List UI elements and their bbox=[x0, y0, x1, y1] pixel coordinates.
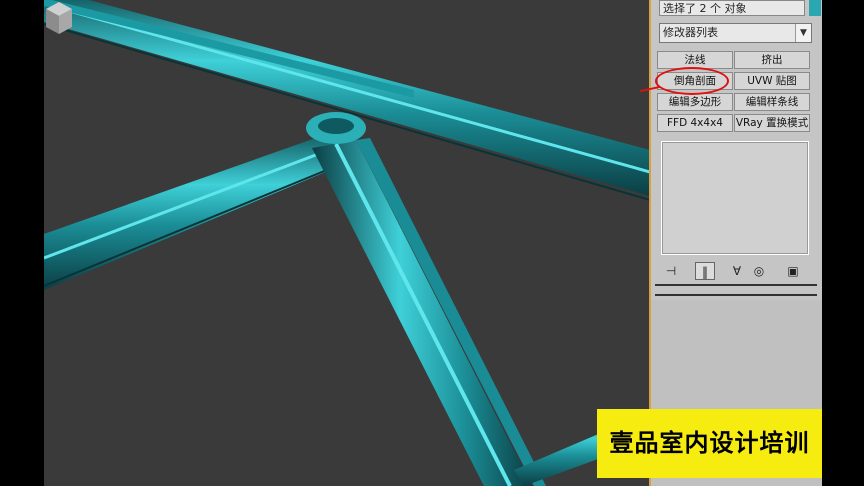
make-unique-icon[interactable]: ∀ bbox=[727, 262, 747, 280]
viewcube-icon[interactable] bbox=[44, 0, 74, 38]
modifier-list-dropdown[interactable]: 修改器列表 ▼ bbox=[659, 23, 812, 43]
letterbox-left bbox=[0, 0, 44, 486]
extrude-button[interactable]: 挤出 bbox=[734, 51, 810, 69]
upper-molding bbox=[44, 0, 414, 98]
configure-sets-icon[interactable]: ▣ bbox=[783, 262, 803, 280]
uvw-map-button[interactable]: UVW 贴图 bbox=[734, 72, 810, 90]
modifier-stack[interactable] bbox=[661, 141, 809, 255]
viewport-scene bbox=[44, 0, 650, 486]
modifier-list-label: 修改器列表 bbox=[663, 26, 718, 39]
ffd-button[interactable]: FFD 4x4x4 bbox=[657, 114, 733, 132]
vray-displacement-button[interactable]: VRay 置换模式 bbox=[734, 114, 810, 132]
left-rail bbox=[44, 128, 354, 290]
show-end-result-icon[interactable]: ‖ bbox=[695, 262, 715, 280]
watermark-banner: 壹品室内设计培训 bbox=[597, 409, 822, 478]
junction-inner bbox=[318, 118, 354, 134]
bevel-profile-button[interactable]: 倒角剖面 bbox=[657, 72, 733, 90]
edit-poly-button[interactable]: 编辑多边形 bbox=[657, 93, 733, 111]
perspective-viewport[interactable] bbox=[44, 0, 650, 486]
edit-spline-button[interactable]: 编辑样条线 bbox=[734, 93, 810, 111]
selection-name-field[interactable]: 选择了 2 个 对象 bbox=[659, 0, 805, 16]
chevron-down-icon[interactable]: ▼ bbox=[795, 24, 811, 42]
pin-stack-icon[interactable]: ⊣ bbox=[661, 262, 681, 280]
normal-button[interactable]: 法线 bbox=[657, 51, 733, 69]
object-color-swatch[interactable] bbox=[809, 0, 821, 16]
divider bbox=[655, 294, 817, 296]
left-rail-highlight bbox=[44, 140, 351, 260]
remove-modifier-icon[interactable]: ◎ bbox=[749, 262, 769, 280]
down-rail-highlight bbox=[334, 143, 512, 486]
down-rail-molding bbox=[356, 138, 546, 486]
divider bbox=[655, 284, 817, 286]
letterbox-right bbox=[822, 0, 864, 486]
